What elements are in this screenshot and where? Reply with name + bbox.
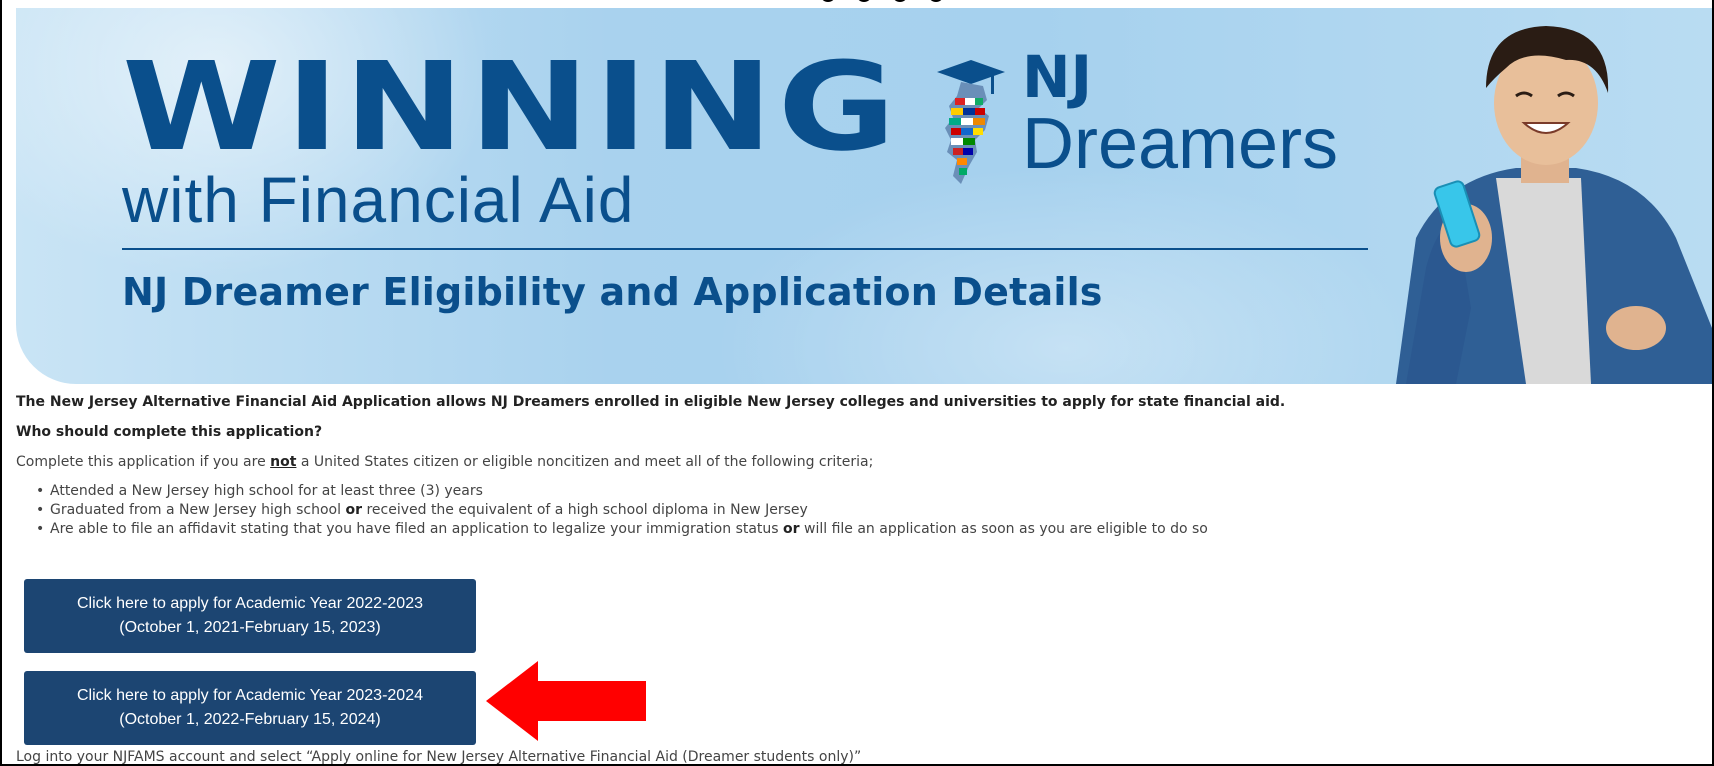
criteria-text: Attended a New Jersey high school for at… <box>50 483 483 499</box>
logo-dreamers: Dreamers <box>1022 104 1339 184</box>
apply-2022-2023-button[interactable]: Click here to apply for Academic Year 20… <box>24 579 476 653</box>
apply-button-line1: Click here to apply for Academic Year 20… <box>77 687 423 704</box>
banner-tagline: with Financial Aid <box>122 164 635 236</box>
apply-button-line1: Click here to apply for Academic Year 20… <box>77 595 423 612</box>
red-arrow-left-icon <box>486 661 646 741</box>
criteria-text: Are able to file an affidavit stating th… <box>50 521 784 537</box>
complete-criteria-text: Complete this application if you are not… <box>16 452 1696 472</box>
criteria-list: Attended a New Jersey high school for at… <box>36 482 1696 539</box>
complete-prefix: Complete this application if you are <box>16 454 271 470</box>
who-heading: Who should complete this application? <box>16 424 323 440</box>
criteria-item: Attended a New Jersey high school for at… <box>36 482 1696 501</box>
criteria-emphasis: or <box>783 521 800 537</box>
hero-banner: WINNING with Financial Aid NJ Dreamers N… <box>16 8 1712 384</box>
criteria-text: received the equivalent of a high school… <box>362 502 808 518</box>
criteria-item: Are able to file an affidavit stating th… <box>36 520 1696 539</box>
intro-text: The New Jersey Alternative Financial Aid… <box>16 394 1286 410</box>
student-with-phone-photo <box>1396 26 1712 384</box>
nj-state-graduation-cap-icon <box>937 60 1005 184</box>
login-instructions: Log into your NJFAMS account and select … <box>16 749 862 765</box>
banner-divider <box>122 248 1368 250</box>
banner-headline: WINNING <box>122 36 901 178</box>
apply-button-line2: (October 1, 2022-February 15, 2024) <box>119 711 381 728</box>
complete-suffix: a United States citizen or eligible nonc… <box>296 454 874 470</box>
main-content: The New Jersey Alternative Financial Aid… <box>16 392 1696 545</box>
cropped-heading-fragment <box>820 0 1020 4</box>
criteria-text: Graduated from a New Jersey high school <box>50 502 346 518</box>
logo-nj: NJ <box>1022 43 1093 111</box>
complete-emphasis: not <box>270 454 297 470</box>
criteria-text: will file an application as soon as you … <box>799 521 1208 537</box>
apply-2023-2024-button[interactable]: Click here to apply for Academic Year 20… <box>24 671 476 745</box>
criteria-item: Graduated from a New Jersey high school … <box>36 501 1696 520</box>
criteria-emphasis: or <box>345 502 362 518</box>
banner-subtitle: NJ Dreamer Eligibility and Application D… <box>122 270 1103 314</box>
apply-button-line2: (October 1, 2021-February 15, 2023) <box>119 619 381 636</box>
